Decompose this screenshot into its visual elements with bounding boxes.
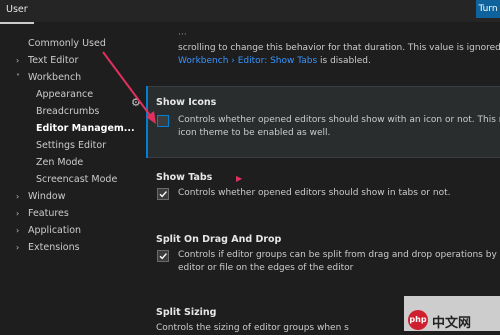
annotation-arrow-icon — [102, 51, 156, 124]
watermark-text: 中文网 — [432, 316, 472, 331]
php-logo-icon: php — [408, 310, 428, 330]
